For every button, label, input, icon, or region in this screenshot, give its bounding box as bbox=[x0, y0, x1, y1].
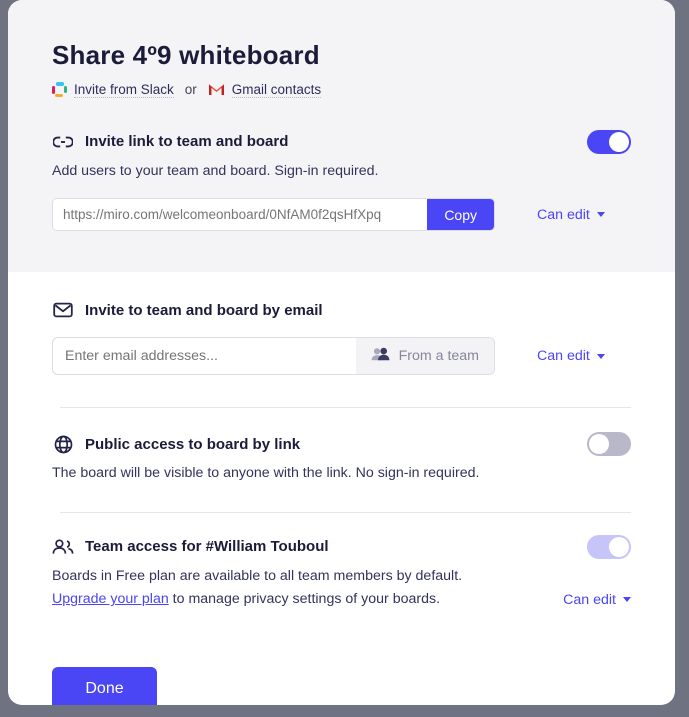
email-addresses-input[interactable] bbox=[53, 338, 356, 374]
dialog-title: Share 4º9 whiteboard bbox=[52, 40, 320, 70]
chevron-down-icon bbox=[623, 597, 631, 603]
invite-email-field-group: From a team bbox=[52, 337, 495, 375]
or-separator: or bbox=[184, 82, 197, 98]
invite-link-header-row: Invite link to team and board bbox=[52, 129, 631, 154]
gmail-contacts-link[interactable]: Gmail contacts bbox=[231, 82, 322, 98]
from-a-team-label: From a team bbox=[398, 348, 479, 364]
invite-link-toggle[interactable] bbox=[587, 129, 631, 154]
copy-link-button[interactable]: Copy bbox=[427, 199, 494, 231]
public-access-section: Public access to board by link The board… bbox=[8, 408, 675, 484]
public-access-header-row: Public access to board by link bbox=[52, 432, 631, 456]
team-access-description-line2: Upgrade your plan to manage privacy sett… bbox=[52, 589, 462, 610]
invite-link-input[interactable] bbox=[53, 199, 428, 231]
invite-email-permission-dropdown[interactable]: Can edit bbox=[537, 348, 605, 364]
invite-link-field-group: Copy bbox=[52, 198, 495, 232]
team-access-section: Team access for #William Touboul Boards … bbox=[8, 513, 675, 610]
public-access-toggle[interactable] bbox=[587, 432, 631, 456]
team-access-heading-text: Team access for #William Touboul bbox=[85, 538, 329, 556]
invite-from-slack-link[interactable]: Invite from Slack bbox=[74, 82, 174, 98]
invite-link-permission-label: Can edit bbox=[537, 206, 590, 223]
team-icon bbox=[52, 536, 74, 558]
team-access-toggle[interactable] bbox=[587, 534, 631, 559]
done-button[interactable]: Done bbox=[52, 666, 157, 705]
team-access-permission-label: Can edit bbox=[563, 591, 616, 608]
upgrade-plan-link[interactable]: Upgrade your plan bbox=[52, 591, 169, 607]
dialog-footer: Done bbox=[8, 610, 675, 705]
invite-email-permission-label: Can edit bbox=[537, 348, 590, 364]
envelope-icon bbox=[52, 299, 74, 321]
share-dialog: Share 4º9 whiteboard Invite from Slack o… bbox=[8, 0, 675, 705]
from-a-team-button[interactable]: From a team bbox=[355, 338, 494, 374]
globe-icon bbox=[52, 433, 74, 455]
team-access-description-line1: Boards in Free plan are available to all… bbox=[52, 567, 463, 584]
invite-email-heading-text: Invite to team and board by email bbox=[85, 301, 323, 319]
public-access-heading: Public access to board by link bbox=[52, 433, 300, 455]
public-access-heading-text: Public access to board by link bbox=[85, 435, 301, 453]
invite-link-description: Add users to your team and board. Sign-i… bbox=[52, 162, 379, 179]
people-icon bbox=[371, 347, 390, 365]
team-access-heading: Team access for #William Touboul bbox=[52, 536, 329, 558]
invite-link-heading: Invite link to team and board bbox=[52, 131, 288, 153]
public-access-description: The board will be visible to anyone with… bbox=[52, 465, 480, 481]
invite-link-row: Copy Can edit bbox=[52, 198, 631, 232]
team-access-body-row: Boards in Free plan are available to all… bbox=[52, 559, 631, 610]
invite-sources-row: Invite from Slack or Gmail contacts bbox=[52, 82, 631, 98]
invite-email-row: From a team Can edit bbox=[52, 337, 631, 375]
chevron-down-icon bbox=[596, 212, 605, 218]
invite-email-section: Invite to team and board by email Enter … bbox=[8, 272, 675, 375]
slack-icon bbox=[52, 82, 67, 98]
invite-email-heading: Invite to team and board by email bbox=[52, 299, 631, 321]
team-access-permission-dropdown[interactable]: Can edit bbox=[563, 592, 631, 608]
chevron-down-icon bbox=[596, 353, 605, 359]
modal-backdrop: Share 4º9 whiteboard Invite from Slack o… bbox=[0, 0, 689, 717]
team-access-description-tail: to manage privacy settings of your board… bbox=[168, 591, 441, 608]
team-access-header-row: Team access for #William Touboul bbox=[52, 534, 631, 559]
gmail-icon bbox=[208, 83, 225, 96]
invite-link-heading-text: Invite link to team and board bbox=[85, 133, 289, 151]
link-icon bbox=[52, 131, 74, 153]
invite-link-panel: Share 4º9 whiteboard Invite from Slack o… bbox=[8, 0, 675, 272]
invite-link-permission-dropdown[interactable]: Can edit bbox=[537, 207, 605, 223]
